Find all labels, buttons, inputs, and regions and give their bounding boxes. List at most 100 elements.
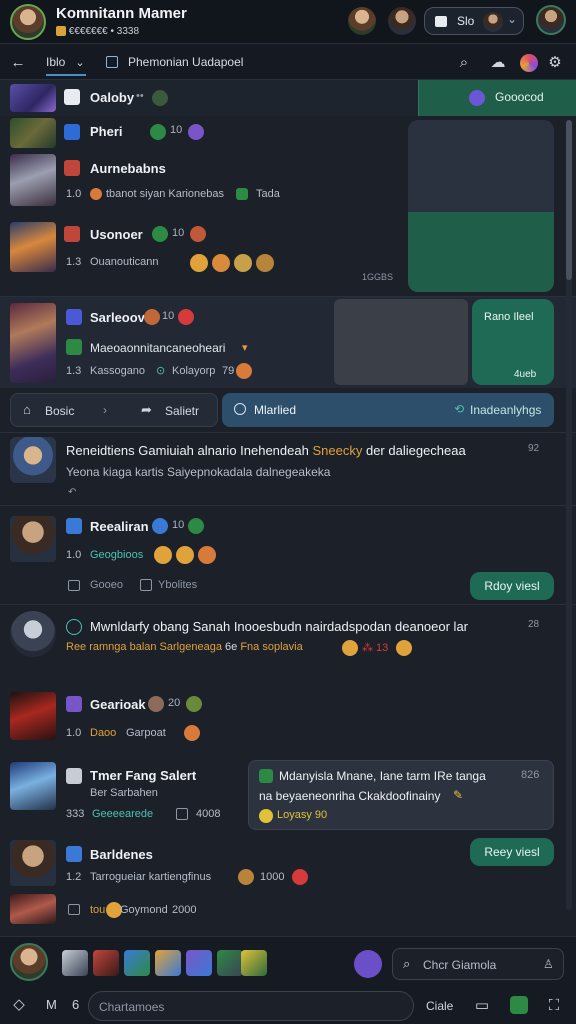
member-avatar-2[interactable] (388, 7, 416, 35)
share-icon[interactable]: ➦ (141, 402, 152, 418)
reply-view-button[interactable]: Reey viesl (470, 838, 554, 866)
expand-icon[interactable]: ⛶ (544, 995, 564, 1015)
list-item[interactable]: Oaloby •• Gooocod (0, 80, 576, 116)
avatar (10, 840, 56, 886)
post-title: Mwnldarfy obang Sanah Inooesbudn nairdad… (90, 619, 469, 634)
post-count: 92 (528, 443, 540, 454)
reply-view-button[interactable]: Rdoy viesl (470, 572, 554, 600)
action-panel[interactable]: Gooocod (418, 80, 576, 116)
thumbnail (10, 84, 56, 112)
share-button[interactable]: Salietr (165, 404, 199, 418)
group-avatar[interactable] (10, 4, 46, 40)
row-name[interactable]: Usonoer (90, 227, 143, 242)
emoji-icon (234, 254, 252, 272)
post-item[interactable]: Reneidtiens Gamiuiah alnario Inehendeah … (0, 433, 576, 505)
row-name: Oaloby (90, 90, 135, 105)
book-icon[interactable]: ▭ (472, 995, 492, 1015)
row-meta: 1.0 (66, 188, 82, 200)
quick-emoji[interactable] (217, 950, 243, 976)
app-header: Komnitann Mamer €€€€€€€ • 3338 Slo ⌄ (0, 0, 576, 44)
count-text: 10 (172, 227, 185, 239)
emoji-icon (259, 809, 273, 823)
avatar (10, 762, 56, 810)
quick-emoji[interactable] (124, 950, 150, 976)
basic-button[interactable]: Bosic (45, 404, 74, 418)
nav-bar: ← Iblo ⌄ Phemonian Uadapoel ⌕ ☁ ⚙ (0, 44, 576, 80)
emoji-icon (154, 546, 172, 564)
count-text: 10 (162, 310, 175, 322)
thumbnail (10, 118, 56, 148)
post-item[interactable]: Tmer Fang Salert Ber Sarbahen 333 Geeeea… (0, 750, 576, 836)
profile-avatar[interactable] (536, 5, 566, 35)
row-name: Gearioak (90, 697, 146, 712)
avatar (10, 516, 56, 562)
row-name[interactable]: Aurnebabns (90, 161, 166, 176)
quick-emoji[interactable] (241, 950, 267, 976)
badge-icon (64, 89, 80, 105)
post-item[interactable]: Barldenes 1.2 Tarrogueiar kartiengfinus … (0, 836, 576, 892)
check-icon[interactable] (140, 579, 152, 591)
badge-icon (66, 309, 82, 325)
post-body: Ree ramnga balan Sarlgeneaga 6e Fna sopl… (66, 641, 303, 653)
quick-emoji[interactable] (62, 950, 88, 976)
message-bubble[interactable]: Mdanyisla Mnane, Iane tarm IRe tanga 826… (248, 760, 554, 830)
composer-bar: ⌕ Chcr Giamola ♙ ◇ M 6 Chartamoes Ciale … (0, 936, 576, 1024)
user-avatar[interactable] (10, 943, 48, 981)
post-item[interactable]: Gearioak 20 1.0 Daoo Garpoat (0, 686, 576, 748)
message-input[interactable]: Chartamoes (88, 991, 414, 1021)
breadcrumb[interactable]: Phemonian Uadapoel (128, 55, 243, 69)
nav-back-label[interactable]: Iblo (46, 55, 65, 69)
quick-emoji[interactable] (93, 950, 119, 976)
color-wheel-icon[interactable] (520, 54, 538, 72)
location-icon[interactable]: ◇ (10, 995, 28, 1013)
search-input[interactable]: ⌕ Chcr Giamola ♙ (392, 948, 564, 980)
list-item[interactable]: Sarleoov 10 Maeoaonnitancaneoheari ▾ 1.3… (0, 296, 576, 388)
row-meta: 1.0 (66, 549, 82, 561)
row-name: Sarleoov (90, 310, 145, 325)
home-icon[interactable]: ⌂ (23, 402, 31, 417)
comment-icon[interactable] (68, 904, 80, 915)
tab-label: Mlarlied (254, 403, 297, 417)
send-label[interactable]: Ciale (426, 999, 453, 1013)
gear-icon[interactable]: ⚙ (544, 52, 566, 72)
scrollbar-thumb[interactable] (566, 120, 572, 280)
discord-icon[interactable] (354, 950, 382, 978)
row-sub: Tarrogueiar kartiengfinus (90, 871, 212, 883)
emoji-icon (184, 725, 200, 741)
chevron-down-icon[interactable]: ⌄ (72, 52, 88, 72)
avatar (10, 894, 56, 924)
post-item[interactable]: tou Goymond 2000 (0, 892, 576, 932)
search-placeholder: Chcr Giamola (423, 958, 497, 972)
row-sub: Geogbioos (90, 549, 144, 561)
row-sub: Goymond (120, 904, 168, 916)
badge-icon (66, 696, 82, 712)
scrollbar[interactable] (566, 120, 572, 910)
row-meta: 1.3 (66, 256, 82, 268)
emoji-icon (238, 869, 254, 885)
search-icon[interactable]: ⌕ (454, 52, 474, 72)
thumbnail (10, 154, 56, 206)
row-name[interactable]: Pheri (90, 124, 123, 139)
comment-label[interactable]: Gooeo (90, 579, 123, 591)
emoji-icon (188, 518, 204, 534)
members-pill[interactable]: Slo ⌄ (424, 7, 524, 35)
mute-label[interactable]: M (46, 997, 57, 1012)
cloud-icon[interactable]: ☁ (488, 52, 508, 72)
promo-card[interactable]: Rano Ileel 4ueb (472, 299, 554, 385)
post-item[interactable]: Reealiran 10 1.0 Geogbioos Gooeo Ybolite… (0, 506, 576, 604)
member-avatar-1[interactable] (348, 7, 376, 35)
quick-emoji[interactable] (155, 950, 181, 976)
quick-emoji[interactable] (186, 950, 212, 976)
row-name: Reealiran (90, 519, 149, 534)
comment-icon[interactable] (68, 580, 80, 591)
like-label[interactable]: Ybolites (158, 579, 197, 591)
emoji-icon (150, 124, 166, 140)
avatar (10, 611, 56, 657)
settings-glyph[interactable]: 6 (72, 997, 79, 1012)
post-item[interactable]: Mwnldarfy obang Sanah Inooesbudn nairdad… (0, 605, 576, 685)
app-icon[interactable] (510, 996, 528, 1014)
preview-card[interactable] (408, 120, 554, 292)
message-tab[interactable]: Mlarlied ⟲ Inadeanlyhgs (222, 393, 554, 427)
badge-icon (259, 769, 273, 783)
back-arrow-icon[interactable]: ← (8, 52, 28, 72)
